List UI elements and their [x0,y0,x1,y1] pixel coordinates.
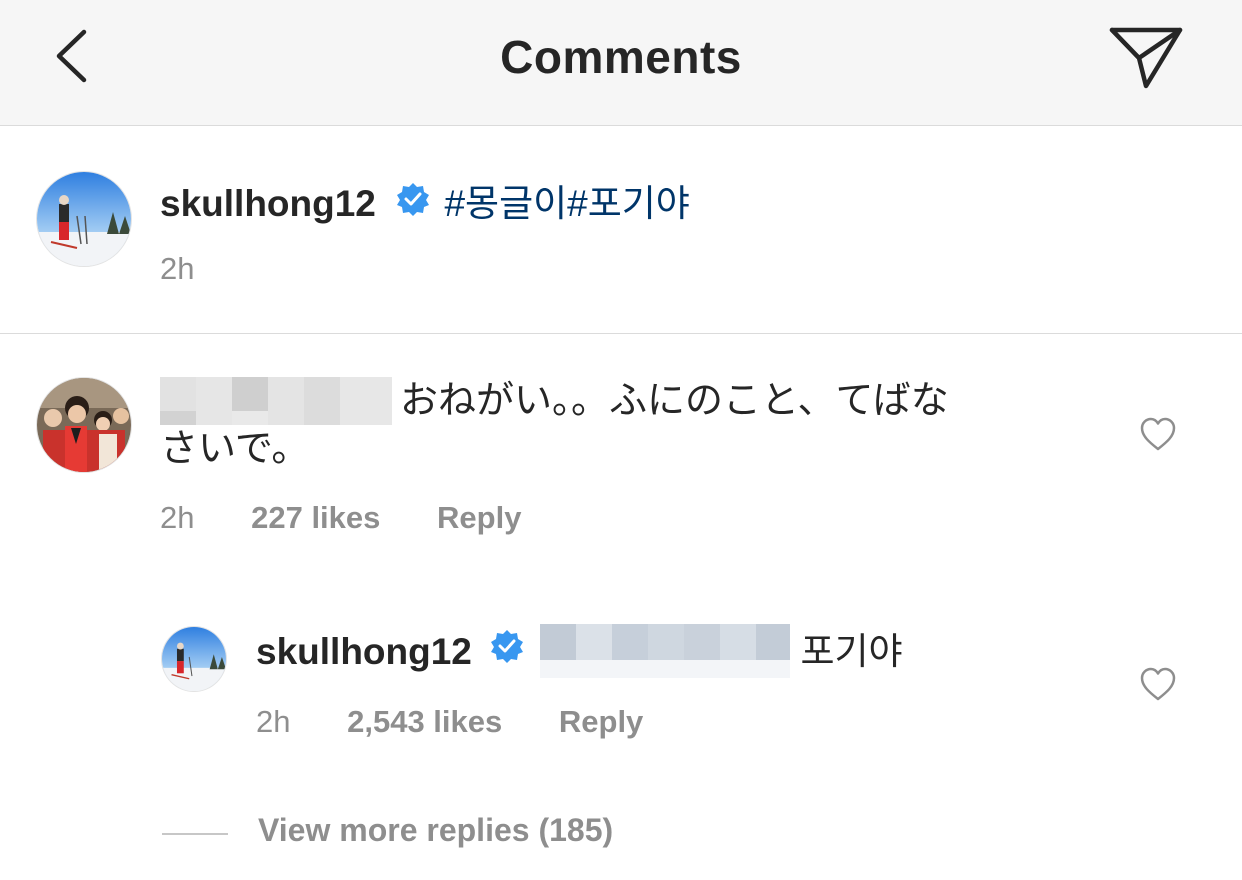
verified-badge-icon [490,627,524,675]
avatar[interactable] [37,378,131,472]
reply-time: 2h [256,704,291,739]
reply-meta: 2h 2,543 likes Reply [256,704,643,740]
paper-plane-icon [1109,27,1183,89]
comment-likes[interactable]: 227 likes [251,500,380,535]
like-button[interactable] [1139,666,1177,707]
blurred-username [160,376,392,425]
view-more-replies-label: View more replies (185) [258,812,614,848]
blurred-mention [540,624,791,679]
reply-button[interactable]: Reply [437,500,521,535]
username-link[interactable]: skullhong12 [256,631,472,672]
navigation-bar: Comments [0,0,1242,126]
avatar[interactable] [37,172,131,266]
post-caption: skullhong12 #몽글이#포기야 2h [0,127,1242,334]
hashtag-link[interactable]: #몽글이#포기야 [444,183,689,224]
heart-icon [1140,417,1176,451]
page-title: Comments [500,31,742,83]
comment-meta: 2h 227 likes Reply [160,500,521,536]
comment-time: 2h [160,500,195,535]
reply-text: skullhong12 포기야 [256,624,903,679]
divider-line [162,833,228,835]
comments-screen: Comments skullhong12 #몽글이#포기야 2h おねがい。。ふ… [0,0,1242,880]
like-button[interactable] [1139,416,1177,457]
verified-badge-icon [396,182,430,225]
comment-line-2: さいで。 [160,428,310,470]
reply-likes[interactable]: 2,543 likes [347,704,502,739]
heart-icon [1140,667,1176,701]
share-button[interactable] [1106,24,1186,94]
caption-text: skullhong12 #몽글이#포기야 [160,173,690,227]
caption-time: 2h [160,251,195,286]
reply-body: 포기야 [800,631,903,672]
comment-text: おねがい。。ふにのこと、てばな さいで。 [160,375,1060,475]
reply-button[interactable]: Reply [559,704,643,739]
username-link[interactable]: skullhong12 [160,183,376,224]
comment-line-1: おねがい。。ふにのこと、てばな [400,380,949,422]
avatar[interactable] [162,627,226,691]
